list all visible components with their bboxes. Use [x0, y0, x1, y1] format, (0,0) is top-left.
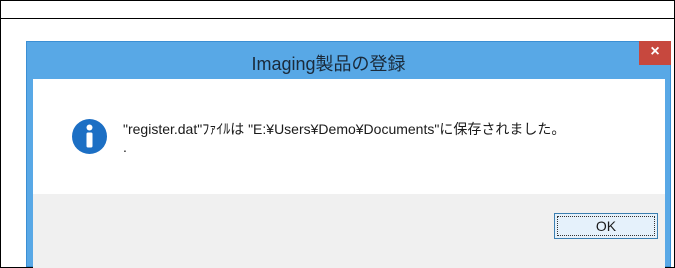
outer-frame: Imaging製品の登録 × "register.dat"ﾌｧｲﾙは "E:¥U…: [0, 0, 675, 268]
dialog-titlebar[interactable]: Imaging製品の登録: [27, 42, 670, 79]
ok-button[interactable]: OK: [554, 213, 658, 239]
dialog-content: "register.dat"ﾌｧｲﾙは "E:¥Users¥Demo¥Docum…: [33, 79, 665, 194]
message-dialog: Imaging製品の登録 × "register.dat"ﾌｧｲﾙは "E:¥U…: [26, 41, 671, 268]
info-icon: [72, 119, 107, 154]
message-text: "register.dat"ﾌｧｲﾙは "E:¥Users¥Demo¥Docum…: [123, 121, 566, 137]
close-button[interactable]: ×: [639, 41, 671, 65]
dialog-title: Imaging製品の登録: [251, 54, 406, 74]
close-icon: ×: [650, 43, 660, 60]
dialog-footer: OK: [33, 194, 665, 268]
message-trailing-dot: .: [123, 139, 127, 155]
separator-line: [1, 18, 674, 19]
